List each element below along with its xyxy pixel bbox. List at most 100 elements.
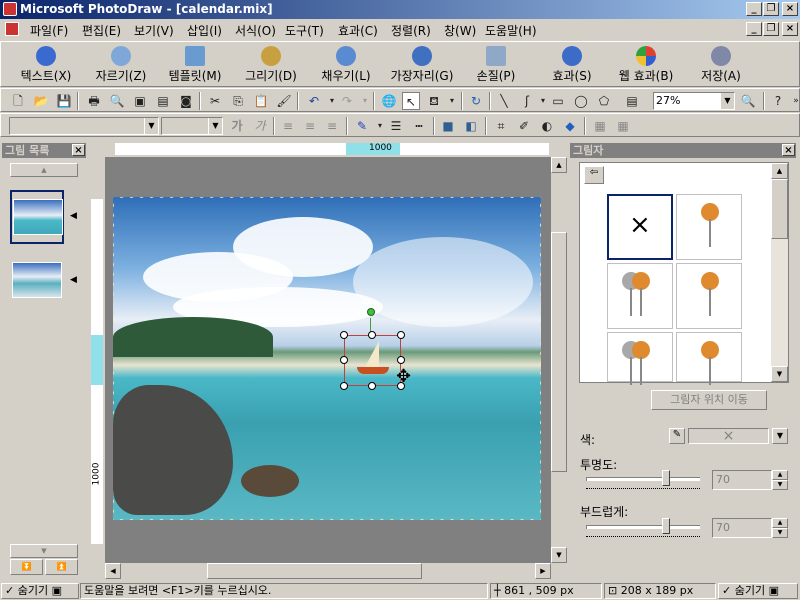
resize-handle[interactable] <box>368 331 376 339</box>
hide-right-button[interactable]: ✓ 숨기기 ▣ <box>718 583 798 599</box>
crop-icon[interactable]: ⌗ <box>492 117 510 135</box>
color-balance-icon[interactable]: ◆ <box>561 117 579 135</box>
paint-bucket-icon[interactable]: ⛾ <box>425 92 443 110</box>
format-painter-icon[interactable]: 🖌 <box>275 92 293 110</box>
italic-icon[interactable]: 가 <box>251 117 269 135</box>
canvas-picture[interactable] <box>113 197 541 520</box>
chevron-down-icon[interactable]: ▼ <box>144 118 158 134</box>
scroll-down-arrow[interactable]: ▼ <box>551 547 567 563</box>
chevron-down-icon[interactable]: ▼ <box>208 118 222 134</box>
chevron-down-icon[interactable]: ▼ <box>772 428 788 444</box>
pointer-icon[interactable]: ↖ <box>402 92 420 110</box>
shadow-option[interactable] <box>607 263 673 329</box>
document-icon[interactable] <box>5 22 19 36</box>
thumbnail-arrow-icon[interactable]: ◀ <box>70 211 77 221</box>
contrast-icon[interactable]: ◐ <box>538 117 556 135</box>
scroll-up-arrow[interactable]: ▲ <box>551 157 567 173</box>
bold-icon[interactable]: 가 <box>228 117 246 135</box>
resize-handle[interactable] <box>397 356 405 364</box>
visual-open-icon[interactable]: ▤ <box>154 92 172 110</box>
close-icon[interactable]: × <box>72 144 85 156</box>
save-for-use-button[interactable]: 저장(A) <box>695 44 747 86</box>
scroll-down-arrow[interactable]: ▼ <box>771 366 788 382</box>
transparency-down-icon[interactable]: ▼ <box>772 480 788 490</box>
align-right-icon[interactable]: ≡ <box>323 117 341 135</box>
redo-dropdown-icon[interactable]: ▾ <box>356 92 374 110</box>
rotate-icon[interactable]: ↻ <box>467 92 485 110</box>
line-icon[interactable]: ╲ <box>495 92 513 110</box>
save-icon[interactable]: 💾 <box>55 92 73 110</box>
scroll-down-button[interactable]: ▼ <box>10 544 78 558</box>
menu-window[interactable]: 창(W) <box>444 22 476 39</box>
scroll-right-arrow[interactable]: ▶ <box>535 563 551 579</box>
vertical-scrollbar[interactable]: ▲ ▼ <box>551 157 567 563</box>
help-icon[interactable]: ? <box>769 92 787 110</box>
rotate-handle[interactable] <box>367 308 375 316</box>
gallery-scrollbar[interactable]: ▲ ▼ <box>771 163 788 382</box>
menu-format[interactable]: 서식(O) <box>235 22 276 39</box>
font-size-select[interactable]: ▼ <box>161 117 223 135</box>
group-icon[interactable]: ▦ <box>591 117 609 135</box>
scroll-thumb[interactable] <box>551 232 567 472</box>
pen-color-icon[interactable]: ✎ <box>353 117 371 135</box>
zoom-select[interactable]: 27% ▼ <box>653 92 735 110</box>
shadow-option-none[interactable]: × <box>607 194 673 260</box>
paste-icon[interactable]: 📋 <box>252 92 270 110</box>
align-center-icon[interactable]: ≡ <box>301 117 319 135</box>
open-icon[interactable]: 📂 <box>32 92 50 110</box>
horizontal-scrollbar[interactable]: ◀ ▶ <box>89 563 567 579</box>
doc-close-icon[interactable]: × <box>782 22 798 36</box>
3d-icon[interactable]: ◧ <box>462 117 480 135</box>
transparency-value[interactable]: 70 <box>712 470 772 490</box>
shadow-option[interactable] <box>676 194 742 260</box>
web-effects-button[interactable]: 웹 효과(B) <box>613 44 679 86</box>
menu-view[interactable]: 보기(V) <box>134 22 174 39</box>
touchup-button[interactable]: 손질(P) <box>467 44 525 86</box>
scroll-left-arrow[interactable]: ◀ <box>105 563 121 579</box>
line-style-icon[interactable]: ┅ <box>410 117 428 135</box>
transparency-slider-knob[interactable] <box>661 470 670 486</box>
softness-up-icon[interactable]: ▲ <box>772 518 788 528</box>
copy-icon[interactable]: ⎘ <box>229 92 247 110</box>
draw-button[interactable]: 그리기(D) <box>241 44 301 86</box>
resize-handle[interactable] <box>340 382 348 390</box>
hide-left-button[interactable]: ✓ 숨기기 ▣ <box>1 583 79 599</box>
fill-dropdown-icon[interactable]: ▾ <box>443 92 461 110</box>
print-icon[interactable]: 🖶 <box>85 92 103 110</box>
menu-edit[interactable]: 편집(E) <box>82 22 121 39</box>
shadow-icon[interactable]: ■ <box>439 117 457 135</box>
thumbnail-selected[interactable] <box>10 190 64 244</box>
shadow-option[interactable] <box>676 332 742 385</box>
close-icon[interactable]: × <box>782 144 795 156</box>
menu-insert[interactable]: 삽입(I) <box>187 22 222 39</box>
new-file-icon[interactable]: 🗋 <box>9 92 27 110</box>
line-width-icon[interactable]: ☰ <box>387 117 405 135</box>
edges-button[interactable]: 가장자리(G) <box>386 44 458 86</box>
restore-icon[interactable]: ❐ <box>763 2 779 16</box>
zoom-icon[interactable]: 🔍 <box>739 92 757 110</box>
redo-icon[interactable]: ↷ <box>338 92 356 110</box>
toolbar-overflow-icon[interactable]: » <box>787 92 800 110</box>
scan-icon[interactable]: ▣ <box>131 92 149 110</box>
scroll-up-button[interactable]: ▲ <box>10 163 78 177</box>
transparency-up-icon[interactable]: ▲ <box>772 470 788 480</box>
scroll-thumb[interactable] <box>771 179 788 239</box>
resize-handle[interactable] <box>340 331 348 339</box>
scroll-up-arrow[interactable]: ▲ <box>771 163 788 179</box>
shadow-color-swatch[interactable]: × <box>688 428 769 444</box>
minimize-icon[interactable]: _ <box>746 2 762 16</box>
undo-icon[interactable]: ↶ <box>305 92 323 110</box>
transparency-slider[interactable] <box>586 477 700 481</box>
templates-button[interactable]: 템플릿(M) <box>163 44 227 86</box>
shadow-option[interactable] <box>676 263 742 329</box>
web-icon[interactable]: 🌐 <box>380 92 398 110</box>
print-preview-icon[interactable]: 🔍 <box>108 92 126 110</box>
cut-icon[interactable]: ✂ <box>206 92 224 110</box>
text-tool-icon[interactable]: ▤ <box>623 92 641 110</box>
text-button[interactable]: 텍스트(X) <box>15 44 77 86</box>
rectangle-icon[interactable]: ▭ <box>549 92 567 110</box>
menu-file[interactable]: 파일(F) <box>30 22 68 39</box>
camera-icon[interactable]: ◙ <box>177 92 195 110</box>
softness-value[interactable]: 70 <box>712 518 772 538</box>
doc-restore-icon[interactable]: ❐ <box>763 22 779 36</box>
